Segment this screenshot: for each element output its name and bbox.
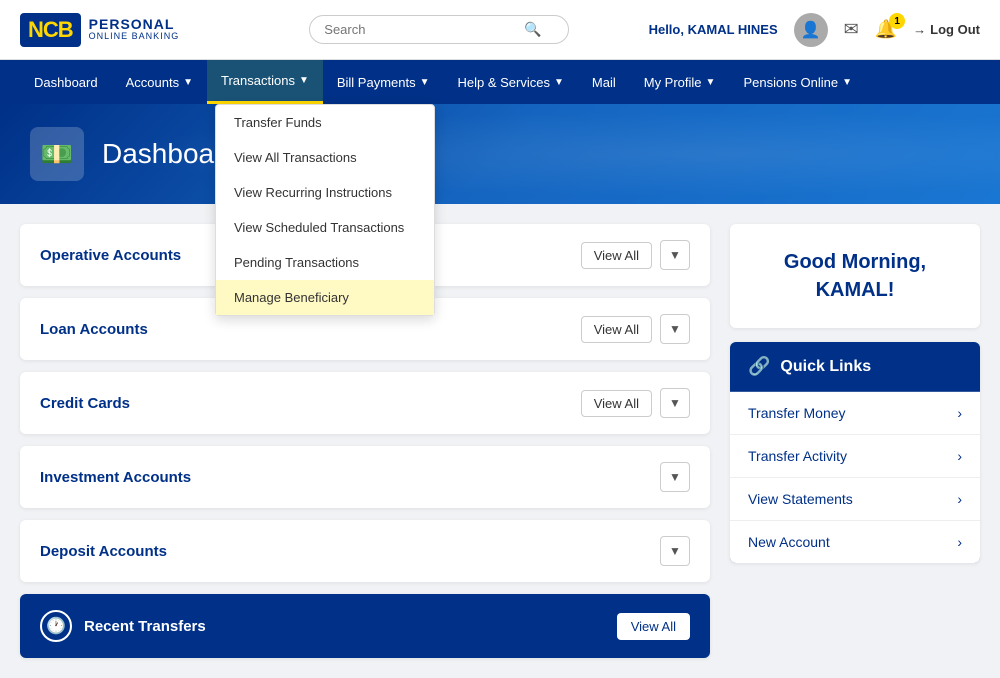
bell-wrapper: 🔔 1 [875, 19, 897, 40]
operative-accounts-title: Operative Accounts [40, 247, 181, 264]
dollar-icon: 💵 [41, 139, 73, 170]
logo-box: NCB [20, 13, 81, 47]
chevron-down-icon-bill-payments: ▼ [420, 77, 430, 88]
clock-icon: 🕐 [40, 610, 72, 642]
deposit-chevron-button[interactable]: ▼ [660, 536, 690, 566]
loan-chevron-button[interactable]: ▼ [660, 314, 690, 344]
sidebar-item-pensions-online[interactable]: Pensions Online ▼ [729, 60, 866, 104]
nav-label-my-profile: My Profile [644, 75, 702, 90]
sidebar-item-mail[interactable]: Mail [578, 60, 630, 104]
link-icon: 🔗 [748, 356, 770, 377]
nav-label-bill-payments: Bill Payments [337, 75, 416, 90]
dropdown-item-view-recurring[interactable]: View Recurring Instructions [216, 175, 434, 210]
quick-link-new-account[interactable]: New Account › [730, 521, 980, 563]
sidebar-item-my-profile[interactable]: My Profile ▼ [630, 60, 730, 104]
quick-link-transfer-money[interactable]: Transfer Money › [730, 392, 980, 435]
credit-cards-chevron-button[interactable]: ▼ [660, 388, 690, 418]
operative-chevron-button[interactable]: ▼ [660, 240, 690, 270]
nav-bar: Dashboard Accounts ▼ Transactions ▼ Bill… [0, 60, 1000, 104]
nav-label-pensions-online: Pensions Online [743, 75, 838, 90]
chevron-down-icon-help-services: ▼ [554, 77, 564, 88]
operative-view-all-button[interactable]: View All [581, 242, 652, 269]
greeting-text: Good Morning, KAMAL! [750, 248, 960, 304]
nav-label-mail: Mail [592, 75, 616, 90]
hero-banner: 💵 Dashboard [0, 104, 1000, 204]
logout-arrow-icon: → [913, 22, 926, 37]
quick-link-view-statements[interactable]: View Statements › [730, 478, 980, 521]
recent-transfers-card: 🕐 Recent Transfers View All [20, 594, 710, 658]
deposit-accounts-card: Deposit Accounts ▼ [20, 520, 710, 582]
credit-cards-view-all-button[interactable]: View All [581, 390, 652, 417]
credit-cards-title: Credit Cards [40, 395, 130, 412]
right-panel: Good Morning, KAMAL! 🔗 Quick Links Trans… [730, 224, 980, 658]
investment-chevron-button[interactable]: ▼ [660, 462, 690, 492]
credit-cards-card: Credit Cards View All ▼ [20, 372, 710, 434]
mail-button[interactable]: ✉ [844, 19, 859, 40]
dropdown-item-transfer-funds[interactable]: Transfer Funds [216, 105, 434, 140]
header-right: Hello, KAMAL HINES 👤 ✉ 🔔 1 → Log Out [649, 13, 980, 47]
dropdown-item-view-all-transactions[interactable]: View All Transactions [216, 140, 434, 175]
chevron-right-icon-transfer-money: › [957, 405, 962, 421]
recent-transfers-title: Recent Transfers [84, 618, 206, 635]
chevron-right-icon-transfer-activity: › [957, 448, 962, 464]
investment-accounts-title: Investment Accounts [40, 469, 191, 486]
quick-link-label-transfer-activity: Transfer Activity [748, 448, 847, 464]
transactions-dropdown: Transfer Funds View All Transactions Vie… [215, 104, 435, 316]
sidebar-item-help-services[interactable]: Help & Services ▼ [444, 60, 578, 104]
sidebar-item-dashboard[interactable]: Dashboard [20, 60, 112, 104]
greeting-card: Good Morning, KAMAL! [730, 224, 980, 328]
chevron-down-icon-my-profile: ▼ [706, 77, 716, 88]
loan-accounts-title: Loan Accounts [40, 321, 148, 338]
search-button[interactable]: 🔍 [524, 21, 541, 38]
search-bar[interactable]: 🔍 [309, 15, 569, 44]
investment-accounts-card: Investment Accounts ▼ [20, 446, 710, 508]
sidebar-item-accounts[interactable]: Accounts ▼ [112, 60, 207, 104]
logo-letters: NCB [28, 17, 73, 42]
deposit-accounts-title: Deposit Accounts [40, 543, 167, 560]
nav-label-accounts: Accounts [126, 75, 179, 90]
quick-link-label-new-account: New Account [748, 534, 830, 550]
search-input[interactable] [324, 22, 524, 37]
quick-links-header: 🔗 Quick Links [730, 342, 980, 392]
chevron-right-icon-new-account: › [957, 534, 962, 550]
main-content: Operative Accounts View All ▼ Loan Accou… [0, 204, 1000, 678]
chevron-down-icon-transactions: ▼ [299, 75, 309, 86]
chevron-down-icon-pensions-online: ▼ [842, 77, 852, 88]
quick-link-label-view-statements: View Statements [748, 491, 853, 507]
loan-accounts-actions: View All ▼ [581, 314, 690, 344]
recent-transfers-left: 🕐 Recent Transfers [40, 610, 206, 642]
deposit-accounts-actions: ▼ [660, 536, 690, 566]
sidebar-item-bill-payments[interactable]: Bill Payments ▼ [323, 60, 444, 104]
greeting-label: Hello, KAMAL HINES [649, 22, 778, 37]
brand-personal: PERSONAL [89, 17, 180, 32]
quick-links-card: 🔗 Quick Links Transfer Money › Transfer … [730, 342, 980, 563]
chevron-down-icon-accounts: ▼ [183, 77, 193, 88]
chevron-right-icon-view-statements: › [957, 491, 962, 507]
nav-label-transactions: Transactions [221, 73, 295, 88]
operative-accounts-actions: View All ▼ [581, 240, 690, 270]
logo-text: PERSONAL ONLINE BANKING [89, 17, 180, 42]
nav-label-dashboard: Dashboard [34, 75, 98, 90]
quick-links-title: Quick Links [780, 358, 871, 376]
investment-accounts-actions: ▼ [660, 462, 690, 492]
brand-online: ONLINE BANKING [89, 32, 180, 42]
nav-label-help-services: Help & Services [458, 75, 550, 90]
header: NCB PERSONAL ONLINE BANKING 🔍 Hello, KAM… [0, 0, 1000, 60]
dropdown-item-view-scheduled[interactable]: View Scheduled Transactions [216, 210, 434, 245]
quick-link-transfer-activity[interactable]: Transfer Activity › [730, 435, 980, 478]
dashboard-icon: 💵 [30, 127, 84, 181]
search-area: 🔍 [230, 15, 649, 44]
logo-area: NCB PERSONAL ONLINE BANKING [20, 13, 230, 47]
logout-button[interactable]: → Log Out [913, 22, 980, 37]
avatar: 👤 [794, 13, 828, 47]
quick-link-label-transfer-money: Transfer Money [748, 405, 846, 421]
logout-label: Log Out [930, 22, 980, 37]
sidebar-item-transactions[interactable]: Transactions ▼ [207, 60, 323, 104]
recent-transfers-view-all-button[interactable]: View All [617, 613, 690, 640]
dropdown-item-pending-transactions[interactable]: Pending Transactions [216, 245, 434, 280]
credit-cards-actions: View All ▼ [581, 388, 690, 418]
dropdown-item-manage-beneficiary[interactable]: Manage Beneficiary [216, 280, 434, 315]
notification-badge: 1 [889, 13, 905, 29]
loan-view-all-button[interactable]: View All [581, 316, 652, 343]
